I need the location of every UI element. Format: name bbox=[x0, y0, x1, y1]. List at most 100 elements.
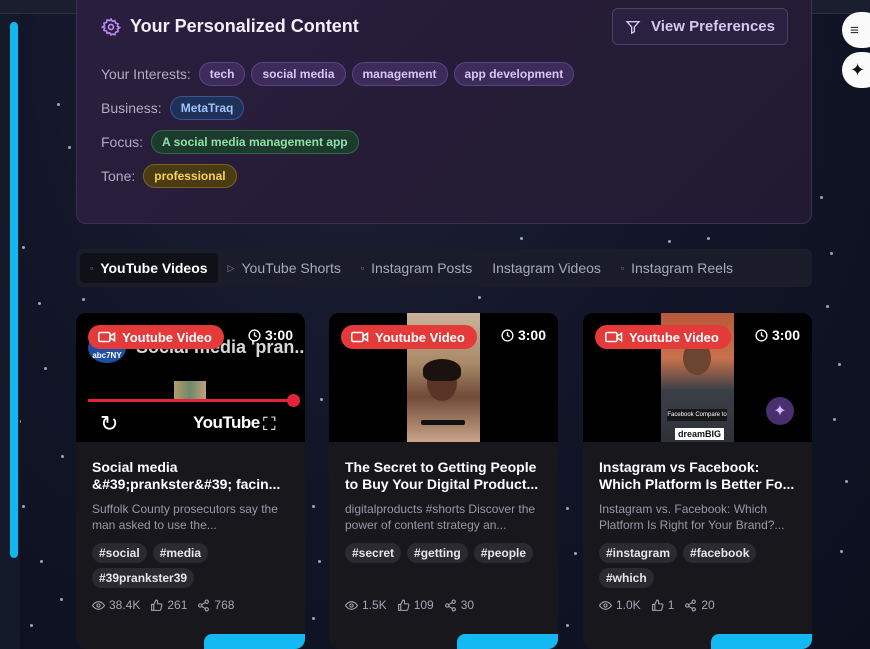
tab-instagram-reels[interactable]: ▫ Instagram Reels bbox=[611, 253, 743, 283]
tab-label: Instagram Posts bbox=[371, 260, 473, 276]
business-row: Business: MetaTraq bbox=[101, 96, 245, 120]
video-title[interactable]: Social media &#39;prankster&#39; facin..… bbox=[92, 459, 295, 493]
thumbnail-caption: Facebook Compare to bbox=[667, 412, 727, 418]
thumbs-up-icon bbox=[651, 599, 664, 611]
replay-icon[interactable]: ↻ bbox=[100, 411, 118, 437]
views-count: 1.5K bbox=[362, 598, 387, 612]
focus-row: Focus: A social media management app bbox=[101, 130, 359, 154]
thumbs-up-icon bbox=[397, 599, 410, 611]
youtube-wordmark: YouTube bbox=[193, 413, 260, 432]
hashtag[interactable]: #social bbox=[92, 543, 147, 563]
hashtag[interactable]: #facebook bbox=[683, 543, 757, 563]
watch-button[interactable] bbox=[457, 634, 558, 649]
video-type-badge: Youtube Video bbox=[88, 325, 224, 349]
hashtag[interactable]: #instagram bbox=[599, 543, 678, 563]
panel-header: Your Personalized Content bbox=[101, 16, 359, 37]
progress-handle[interactable] bbox=[287, 394, 300, 407]
interest-pill: app development bbox=[453, 62, 575, 86]
views-count: 38.4K bbox=[109, 598, 141, 612]
video-description: Instagram vs. Facebook: Which Platform I… bbox=[599, 502, 785, 532]
eye-icon bbox=[345, 600, 358, 610]
video-type-badge: Youtube Video bbox=[595, 325, 731, 349]
share-icon bbox=[444, 599, 456, 611]
hashtag[interactable]: #39prankster39 bbox=[92, 568, 195, 588]
watch-button[interactable] bbox=[204, 634, 305, 649]
tab-instagram-videos[interactable]: Instagram Videos bbox=[482, 253, 611, 283]
hashtag-list: #social #media #39prankster39 bbox=[92, 543, 292, 588]
channel-logo-text: abc7NY bbox=[92, 351, 122, 360]
views-stat: 38.4K bbox=[92, 598, 140, 612]
thumbs-up-icon bbox=[151, 599, 163, 611]
shares-count: 768 bbox=[214, 598, 235, 612]
caption-strip bbox=[421, 420, 465, 425]
focus-pill: A social media management app bbox=[151, 130, 359, 154]
business-label: Business: bbox=[101, 100, 162, 116]
image-icon: ▫ bbox=[360, 263, 365, 273]
share-icon bbox=[198, 599, 210, 611]
fullscreen-icon[interactable]: ⛶ bbox=[263, 414, 276, 435]
video-camera-icon bbox=[605, 331, 623, 343]
video-camera-icon bbox=[98, 331, 116, 343]
quote-icon: ≡ bbox=[850, 21, 859, 39]
reel-icon: ▫ bbox=[620, 263, 625, 273]
tone-row: Tone: professional bbox=[101, 164, 237, 188]
thumbnail-caption-2: dreamBIG bbox=[678, 429, 722, 439]
progress-track[interactable] bbox=[88, 399, 293, 402]
tab-label: YouTube Shorts bbox=[241, 260, 341, 276]
shares-count: 20 bbox=[701, 598, 715, 612]
video-title[interactable]: Instagram vs Facebook: Which Platform Is… bbox=[599, 459, 802, 493]
hashtag[interactable]: #secret bbox=[345, 543, 402, 563]
video-type-label: Youtube Video bbox=[629, 329, 719, 345]
ai-assist-button[interactable]: ✦ bbox=[842, 52, 870, 88]
video-type-badge: Youtube Video bbox=[341, 325, 477, 349]
hashtag[interactable]: #which bbox=[599, 568, 654, 588]
likes-stat: 109 bbox=[397, 598, 434, 612]
video-title[interactable]: The Secret to Getting People to Buy Your… bbox=[345, 459, 548, 493]
view-preferences-label: View Preferences bbox=[651, 18, 775, 35]
video-card[interactable]: Youtube Video 3:00 The Secret to Getting… bbox=[329, 313, 558, 649]
duration-text: 3:00 bbox=[517, 327, 546, 343]
duration-text: 3:00 bbox=[264, 327, 293, 343]
watch-button[interactable] bbox=[711, 634, 812, 649]
hashtag[interactable]: #media bbox=[152, 543, 209, 563]
interest-pill: social media bbox=[251, 62, 346, 86]
shares-stat: 30 bbox=[444, 598, 474, 612]
duration-text: 3:00 bbox=[771, 327, 800, 343]
hashtag[interactable]: #getting bbox=[407, 543, 468, 563]
quote-button[interactable]: ≡ bbox=[842, 12, 870, 48]
likes-count: 261 bbox=[167, 598, 188, 612]
left-scroll-indicator[interactable] bbox=[10, 22, 18, 558]
caption-box: Facebook Compare to bbox=[667, 409, 727, 421]
preview-frame bbox=[174, 381, 206, 399]
tab-instagram-posts[interactable]: ▫ Instagram Posts bbox=[351, 253, 482, 283]
views-stat: 1.0K bbox=[599, 598, 641, 612]
eye-icon bbox=[599, 600, 612, 610]
view-preferences-button[interactable]: View Preferences bbox=[612, 8, 788, 45]
panel-title: Your Personalized Content bbox=[130, 16, 359, 36]
interest-pill: tech bbox=[198, 62, 246, 86]
likes-count: 1 bbox=[667, 598, 675, 612]
interest-pill: management bbox=[351, 62, 448, 86]
views-count: 1.0K bbox=[616, 598, 641, 612]
video-description: digitalproducts #shorts Discover the pow… bbox=[345, 502, 536, 532]
shares-stat: 20 bbox=[684, 598, 715, 612]
caption-tag: dreamBIG bbox=[675, 428, 725, 440]
interests-row: Your Interests: tech social media manage… bbox=[101, 62, 575, 86]
tone-pill: professional bbox=[143, 164, 237, 188]
business-pill: MetaTraq bbox=[169, 96, 245, 120]
likes-stat: 261 bbox=[150, 598, 187, 612]
gear-icon bbox=[101, 17, 121, 36]
tab-youtube-shorts[interactable]: ▷ YouTube Shorts bbox=[218, 253, 351, 283]
video-card[interactable]: Facebook Compare to dreamBIG ✦ Youtube V… bbox=[583, 313, 812, 649]
focus-label: Focus: bbox=[101, 134, 144, 150]
shares-count: 30 bbox=[460, 598, 475, 612]
video-card[interactable]: abc7NY Social media 'pran... ↻ YouTube ⛶… bbox=[76, 313, 305, 649]
hashtag[interactable]: #people bbox=[473, 543, 534, 563]
video-description: Suffolk County prosecutors say the man a… bbox=[92, 502, 278, 532]
eye-icon bbox=[92, 600, 105, 610]
clock-icon bbox=[501, 328, 514, 342]
video-camera-icon bbox=[351, 331, 369, 343]
tab-youtube-videos[interactable]: ▫ YouTube Videos bbox=[80, 253, 218, 283]
likes-count: 109 bbox=[413, 598, 434, 612]
share-icon bbox=[685, 599, 697, 611]
